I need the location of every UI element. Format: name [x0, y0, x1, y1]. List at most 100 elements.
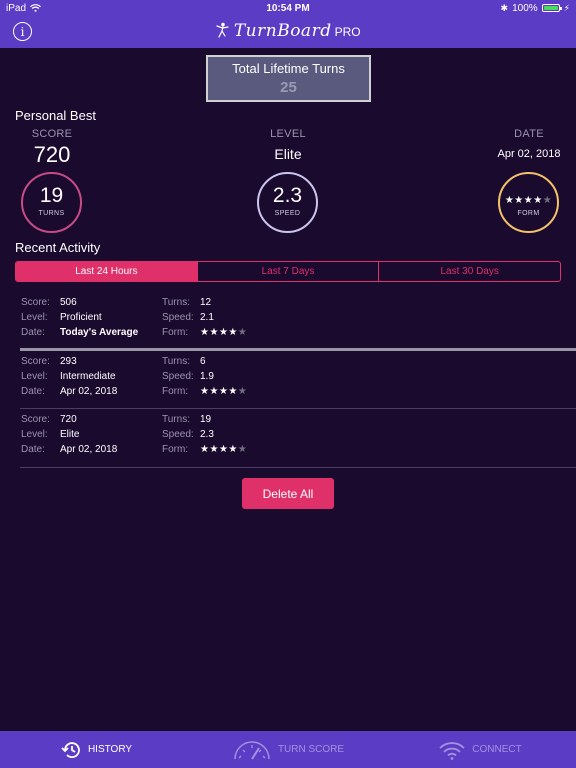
activity-row[interactable]: Score: 293 Level: Intermediate Date: Apr…: [0, 351, 576, 409]
battery-percent: 100%: [512, 2, 538, 14]
star-filled-icon: ★: [228, 327, 238, 338]
row-score: 506: [60, 297, 77, 308]
tab-last-24-hours[interactable]: Last 24 Hours: [16, 262, 198, 281]
tab-history-label: HISTORY: [87, 744, 133, 755]
battery-fill: [543, 6, 558, 10]
row-turns: 12: [200, 297, 212, 308]
speed-field-label: Speed:: [162, 370, 194, 382]
tab-history[interactable]: HISTORY: [0, 731, 192, 768]
nav-bar: i TurnBoard PRO: [0, 16, 576, 48]
turns-value: 19: [39, 184, 64, 207]
activity-row[interactable]: Score: 720 Level: Elite Date: Apr 02, 20…: [0, 409, 576, 468]
carrier-label: iPad: [6, 2, 27, 14]
row-speed: 2.3: [200, 429, 214, 440]
pb-score-value: 720: [33, 142, 71, 167]
speed-field-label: Speed:: [162, 312, 194, 323]
pb-date-label: DATE: [514, 128, 544, 140]
date-field-label: Date:: [21, 385, 45, 397]
row-date: Apr 02, 2018: [60, 385, 118, 397]
star-empty-icon: ★: [237, 327, 248, 338]
pb-score: SCORE 720: [22, 128, 82, 168]
pb-score-label: SCORE: [31, 128, 73, 140]
tab-connect[interactable]: CONNECT: [384, 731, 576, 768]
pb-level-value: Elite: [274, 146, 302, 162]
star-filled-icon: ★: [218, 444, 229, 455]
dancer-icon: [216, 22, 229, 38]
lifetime-turns-value: 25: [280, 79, 297, 96]
time-range-tabs: Last 24 Hours Last 7 Days Last 30 Days: [15, 261, 561, 282]
star-filled-icon: ★: [228, 444, 238, 455]
turns-label: TURNS: [38, 210, 65, 217]
score-field-label: Score:: [21, 414, 50, 425]
form-ring: ★★★★★ FORM: [498, 172, 559, 233]
tab-turn-score[interactable]: TURN SCORE: [192, 731, 384, 768]
row-form-stars: ★★★★★: [200, 327, 247, 338]
form-field-label: Form:: [162, 385, 189, 397]
tab-last-7-days[interactable]: Last 7 Days: [198, 262, 380, 281]
activity-row[interactable]: Score: 506 Level: Proficient Date: Today…: [0, 292, 576, 351]
date-field-label: Date:: [21, 444, 45, 455]
delete-all-button[interactable]: Delete All: [242, 478, 334, 509]
brand-suffix: PRO: [334, 25, 361, 39]
gauge-icon: [234, 740, 270, 760]
row-date: Apr 02, 2018: [60, 444, 118, 455]
row-turns: 6: [200, 355, 206, 367]
form-label: FORM: [517, 210, 540, 217]
form-field-label: Form:: [162, 327, 189, 338]
row-turns: 19: [200, 414, 212, 425]
pb-date-value: Apr 02, 2018: [497, 148, 561, 160]
turns-field-label: Turns:: [162, 297, 190, 308]
personal-best-title: Personal Best: [15, 108, 96, 123]
brand-logo: TurnBoard PRO: [0, 21, 576, 41]
wifi-status-icon: [30, 4, 41, 12]
tab-turn-score-label: TURN SCORE: [277, 744, 345, 755]
bottom-tab-bar: HISTORY TURN SCORE CONNECT: [0, 731, 576, 768]
wifi-icon: [439, 741, 465, 760]
lifetime-turns-box: Total Lifetime Turns 25: [206, 55, 371, 102]
activity-list: Score: 506 Level: Proficient Date: Today…: [0, 292, 576, 468]
row-form-stars: ★★★★★: [200, 386, 247, 397]
speed-label: SPEED: [274, 210, 301, 217]
row-speed: 2.1: [200, 312, 214, 323]
level-field-label: Level:: [21, 312, 48, 323]
charging-icon: ⚡: [563, 2, 570, 13]
form-stars: ★★★★★: [500, 195, 557, 206]
row-score: 293: [60, 355, 77, 367]
date-field-label: Date:: [21, 327, 45, 338]
star-empty-icon: ★: [237, 444, 248, 455]
history-icon: [61, 741, 80, 758]
status-bar: iPad 10:54 PM ✱ 100% ⚡: [0, 0, 576, 16]
row-level: Intermediate: [60, 370, 116, 382]
star-filled-icon: ★: [514, 195, 524, 206]
speed-field-label: Speed:: [162, 429, 194, 440]
tab-last-30-days[interactable]: Last 30 Days: [379, 262, 560, 281]
pb-level: LEVEL Elite: [248, 128, 328, 162]
recent-activity-title: Recent Activity: [15, 240, 101, 255]
level-field-label: Level:: [21, 429, 48, 440]
speed-value: 2.3: [272, 184, 303, 207]
star-filled-icon: ★: [218, 385, 229, 397]
score-field-label: Score:: [21, 297, 50, 308]
row-speed: 1.9: [200, 370, 214, 382]
battery-icon: [541, 4, 562, 12]
star-filled-icon: ★: [209, 444, 219, 455]
star-filled-icon: ★: [523, 195, 534, 206]
speed-ring: 2.3 SPEED: [257, 172, 318, 233]
star-empty-icon: ★: [542, 195, 553, 206]
row-level: Elite: [60, 429, 80, 440]
row-form-stars: ★★★★★: [200, 444, 247, 455]
row-score: 720: [60, 414, 77, 425]
star-filled-icon: ★: [218, 327, 229, 338]
row-level: Proficient: [60, 312, 102, 323]
star-filled-icon: ★: [209, 327, 219, 338]
pb-date: DATE Apr 02, 2018: [492, 128, 566, 160]
tab-connect-label: CONNECT: [472, 744, 522, 755]
brand-name: TurnBoard: [233, 21, 332, 41]
star-filled-icon: ★: [228, 385, 238, 397]
pb-level-label: LEVEL: [270, 128, 306, 140]
turns-field-label: Turns:: [162, 355, 190, 367]
star-filled-icon: ★: [533, 195, 543, 206]
row-date: Today's Average: [60, 327, 139, 338]
form-field-label: Form:: [162, 444, 189, 455]
star-filled-icon: ★: [209, 385, 219, 397]
